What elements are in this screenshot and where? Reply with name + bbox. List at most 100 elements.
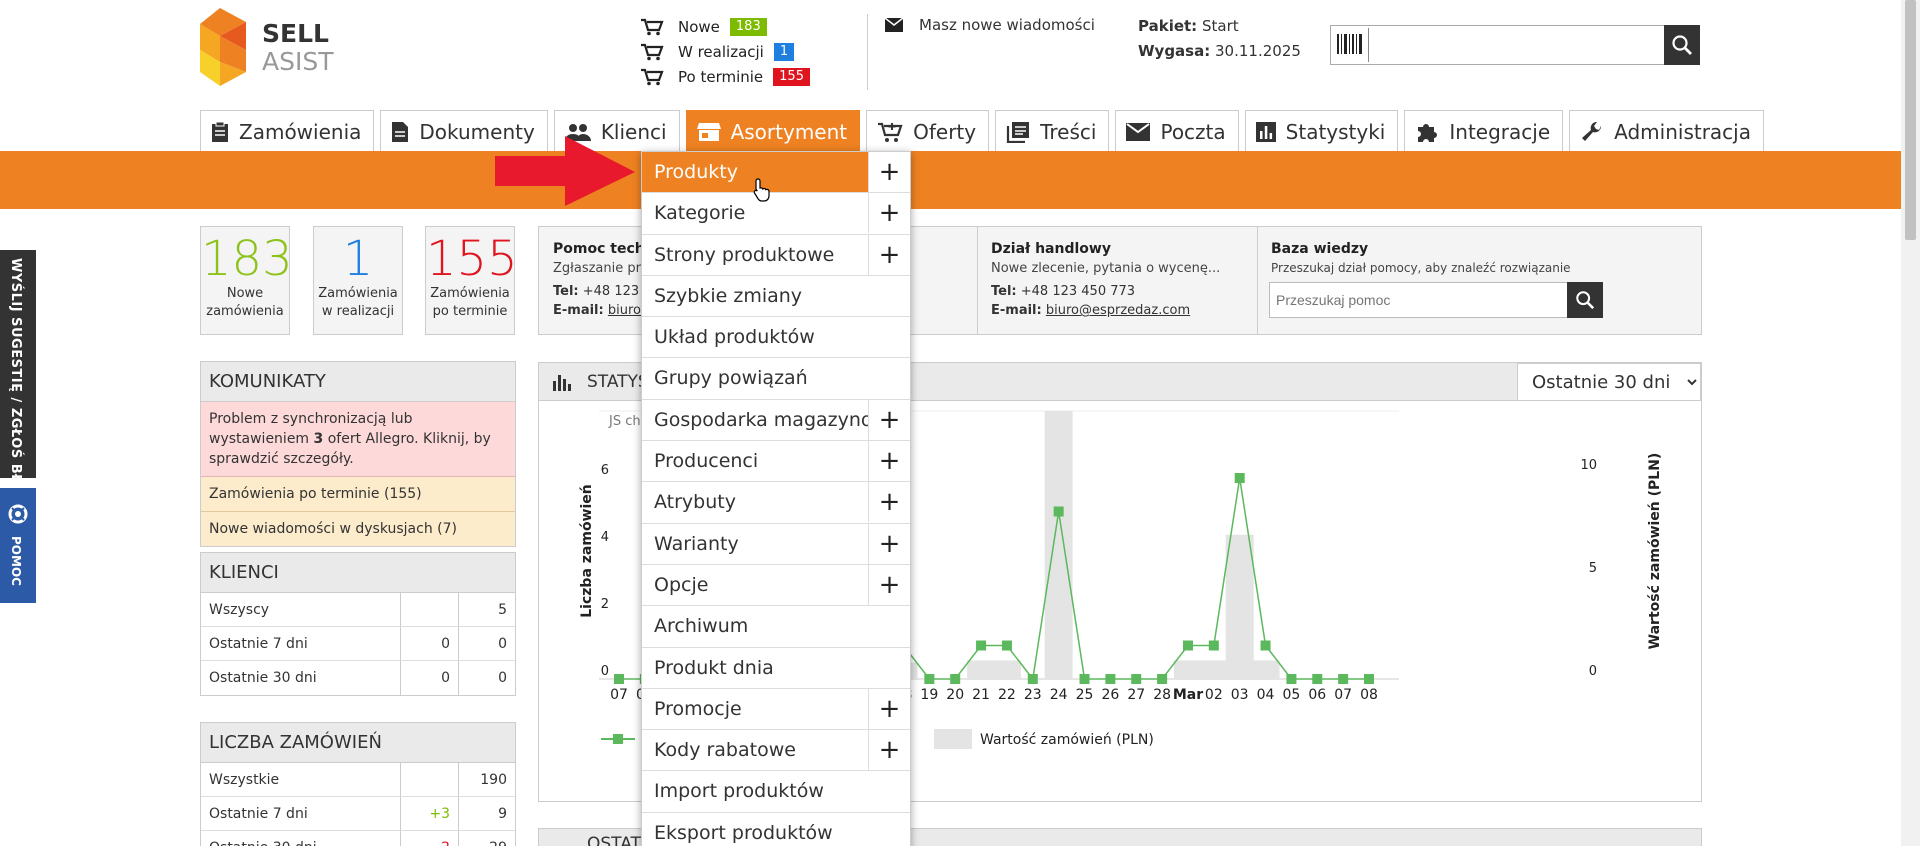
sales-title: Dział handlowy — [991, 241, 1111, 257]
stat-inprogress-orders[interactable]: 1 Zamówienia w realizacji — [313, 226, 403, 335]
dropdown-item-kategorie[interactable]: Kategorie + — [642, 193, 910, 235]
dropdown-item-label: Archiwum — [654, 615, 749, 638]
dropdown-item-strony-produktowe[interactable]: Strony produktowe + — [642, 234, 910, 276]
add-plus-icon[interactable]: + — [868, 523, 910, 564]
announcement-messages[interactable]: Nowe wiadomości w dyskusjach (7) — [201, 512, 515, 546]
tab-integracje-label: Integracje — [1449, 119, 1551, 144]
row-label: Ostatnie 7 dni — [201, 797, 401, 830]
sellasist-logo[interactable]: SELL ASIST — [200, 6, 340, 88]
submenu-bar — [0, 151, 1901, 209]
feedback-side-tab[interactable]: WYŚLIJ SUGESTIĘ / ZGŁOŚ BŁĄD — [0, 250, 36, 505]
data-point — [1079, 674, 1090, 684]
add-plus-icon[interactable]: + — [868, 688, 910, 729]
tab-oferty[interactable]: Oferty — [866, 110, 990, 152]
package-info: Pakiet: Start Wygasa: 30.11.2025 — [1138, 14, 1301, 64]
stat-overdue-orders[interactable]: 155 Zamówienia po terminie — [425, 226, 518, 335]
dropdown-item-atrybuty[interactable]: Atrybuty + — [642, 482, 910, 524]
global-search-input[interactable] — [1373, 28, 1653, 62]
data-point — [1208, 640, 1219, 651]
dropdown-item-gospodarka-magazynowa[interactable]: Gospodarka magazynowa + — [642, 399, 910, 442]
add-plus-icon[interactable]: + — [868, 152, 910, 192]
help-search-button[interactable] — [1567, 282, 1603, 318]
dropdown-item-import-produktów[interactable]: Import produktów — [642, 771, 910, 813]
add-plus-icon[interactable]: + — [868, 441, 910, 482]
dropdown-item-kody-rabatowe[interactable]: Kody rabatowe + — [642, 730, 910, 772]
dropdown-item-produkty[interactable]: Produkty + — [642, 152, 910, 194]
range-select[interactable]: Ostatnie 30 dni — [1517, 363, 1701, 401]
sales-tel-label: Tel: — [991, 284, 1017, 299]
dropdown-item-warianty[interactable]: Warianty + — [642, 523, 910, 565]
tab-zamowienia[interactable]: Zamówienia — [200, 110, 375, 152]
stat-overdue-label1: Zamówienia — [430, 286, 510, 301]
stat-new-orders[interactable]: 183 Nowe zamówienia — [200, 226, 293, 335]
orders-count-title: LICZBA ZAMÓWIEŃ — [201, 723, 515, 763]
help-search-input[interactable] — [1276, 285, 1556, 315]
tab-asortyment[interactable]: Asortyment — [685, 110, 861, 152]
tab-tresci[interactable]: Treści — [995, 110, 1110, 152]
status-new-link[interactable]: Nowe 183 — [640, 14, 810, 39]
scrollbar-thumb[interactable] — [1905, 0, 1916, 240]
page-scrollbar[interactable] — [1901, 0, 1920, 846]
wrench-icon — [1582, 121, 1602, 141]
search-button[interactable] — [1664, 25, 1700, 65]
dropdown-item-archiwum[interactable]: Archiwum — [642, 606, 910, 648]
status-overdue-link[interactable]: Po terminie 155 — [640, 64, 810, 89]
row-delta — [401, 593, 459, 626]
legend-line-marker — [613, 734, 623, 744]
document-icon — [392, 121, 409, 142]
status-inprogress-link[interactable]: W realizacji 1 — [640, 39, 810, 64]
legend-bar-label: Wartość zamówień (PLN) — [980, 732, 1154, 748]
x-tick-label: 27 — [1127, 687, 1145, 703]
feedback-label: WYŚLIJ SUGESTIĘ / ZGŁOŚ BŁĄD — [8, 258, 23, 505]
row-value: 9 — [498, 806, 507, 822]
add-plus-icon[interactable]: + — [868, 564, 910, 605]
tab-administracja[interactable]: Administracja — [1569, 110, 1764, 152]
data-point — [614, 674, 624, 684]
add-plus-icon[interactable]: + — [868, 399, 910, 440]
help-side-tab[interactable]: POMOC — [0, 488, 36, 603]
dropdown-item-układ-produktów[interactable]: Układ produktów — [642, 317, 910, 359]
cart-plus-icon — [878, 122, 903, 142]
dropdown-item-label: Grupy powiązań — [654, 367, 808, 390]
bar — [1173, 660, 1202, 679]
barcode-icon[interactable] — [1333, 28, 1369, 62]
tab-integracje[interactable]: Integracje — [1404, 110, 1564, 152]
dropdown-item-grupy-powiązań[interactable]: Grupy powiązań — [642, 358, 910, 400]
x-tick-label: 04 — [1257, 687, 1275, 703]
y-tick-label: 2 — [601, 597, 609, 612]
statistics-title: STATYS — [587, 372, 649, 392]
add-plus-icon[interactable]: + — [868, 193, 910, 234]
dropdown-item-label: Eksport produktów — [654, 821, 833, 844]
row-label: Wszystkie — [201, 763, 401, 796]
dropdown-item-label: Warianty — [654, 532, 739, 555]
x-tick-label: 06 — [1308, 687, 1326, 703]
add-plus-icon[interactable]: + — [868, 730, 910, 771]
x-tick-label: 19 — [920, 687, 938, 703]
row-value: 190 — [480, 772, 507, 788]
add-plus-icon[interactable]: + — [868, 482, 910, 523]
add-plus-icon[interactable]: + — [868, 234, 910, 275]
dropdown-item-opcje[interactable]: Opcje + — [642, 564, 910, 607]
dropdown-item-label: Import produktów — [654, 780, 824, 803]
tab-statystyki[interactable]: Statystyki — [1244, 110, 1399, 152]
x-tick-label: 23 — [1024, 687, 1042, 703]
dropdown-item-eksport-produktów[interactable]: Eksport produktów — [642, 813, 910, 846]
row-value: 0 — [498, 636, 507, 652]
dropdown-item-produkt-dnia[interactable]: Produkt dnia — [642, 648, 910, 689]
new-messages-link[interactable]: Masz nowe wiadomości — [885, 16, 1095, 34]
chart-watermark: JS ch — [608, 414, 641, 429]
data-point — [1286, 674, 1297, 684]
dropdown-item-label: Strony produktowe — [654, 243, 835, 266]
sales-email-link[interactable]: biuro@esprzedaz.com — [1046, 303, 1190, 318]
dropdown-item-promocje[interactable]: Promocje + — [642, 688, 910, 731]
y2-axis-label: Wartość zamówień (PLN) — [1647, 453, 1663, 650]
lifebuoy-icon — [8, 504, 28, 524]
dropdown-item-szybkie-zmiany[interactable]: Szybkie zmiany — [642, 276, 910, 318]
dropdown-item-label: Kody rabatowe — [654, 739, 796, 762]
x-tick-label: 08 — [1360, 687, 1378, 703]
tab-poczta[interactable]: Poczta — [1115, 110, 1239, 152]
announcement-overdue[interactable]: Zamówienia po terminie (155) — [201, 477, 515, 512]
announcement-allegro-error[interactable]: Problem z synchronizacją lub wystawienie… — [201, 402, 515, 477]
dropdown-item-producenci[interactable]: Producenci + — [642, 441, 910, 483]
stat-overdue-label2: po terminie — [432, 304, 508, 319]
